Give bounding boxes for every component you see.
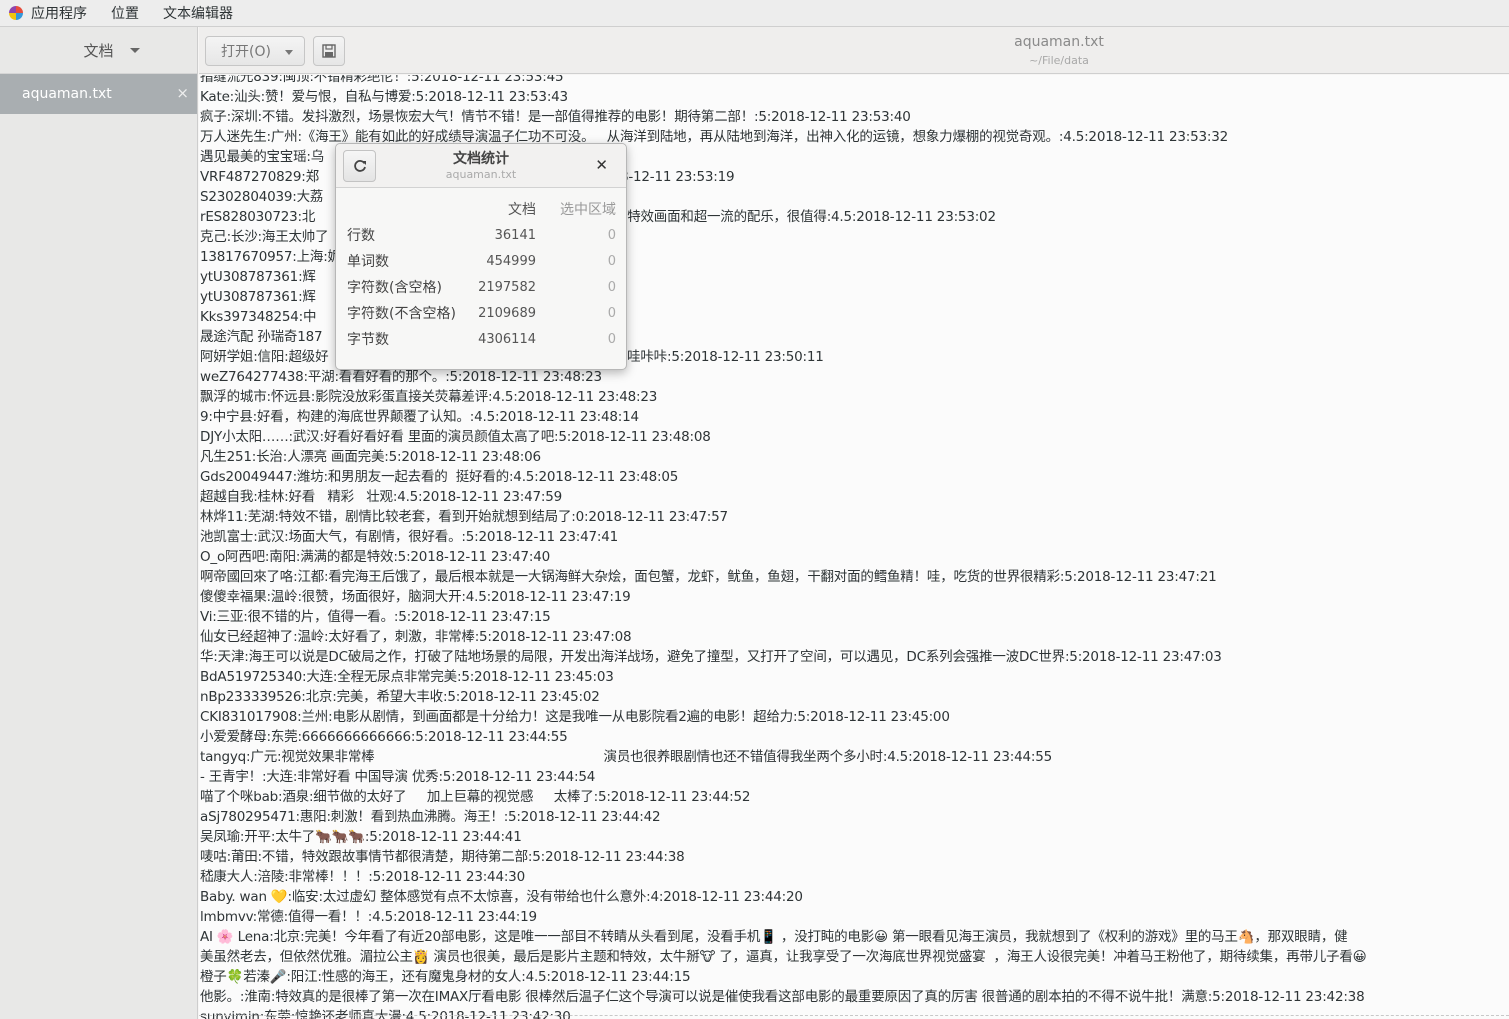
text-line: sunyimin:东莞:惊艳还老师真大漫:4.5:2018-12-11 23:4… xyxy=(200,1009,571,1019)
table-row: 行数 36141 0 xyxy=(341,222,616,248)
text-line: AI 🌸 Lena:北京:完美！今年看了有近20部电影，这是唯一一部目不转睛从头… xyxy=(200,929,1348,945)
text-line: 唛咕:莆田:不错，特效跟故事情节都很清楚，期待第二部:5:2018-12-11 … xyxy=(200,849,685,865)
open-button-label: 打开(O) xyxy=(221,44,271,60)
refresh-icon xyxy=(353,160,366,172)
text-line: 凡生251:长治:人漂亮 画面完美:5:2018-12-11 23:48:06 xyxy=(200,449,541,465)
text-line: - 王青宇！:大连:非常好看 中国导演 优秀:5:2018-12-11 23:4… xyxy=(200,769,596,785)
text-line: CKI831017908:兰州:电影从剧情，到画面都是十分给力！这是我唯一从电影… xyxy=(200,709,950,725)
table-row: 单词数 454999 0 xyxy=(341,248,616,274)
stat-sel-value: 0 xyxy=(607,227,616,243)
text-line: Kate:汕头:赞！爱与恨，自私与博爱:5:2018-12-11 23:53:4… xyxy=(200,89,568,105)
open-button[interactable]: 打开(O) xyxy=(205,36,305,66)
stat-doc-value: 454999 xyxy=(486,253,536,269)
text-line: Baby. wan 💛:临安:太过虚幻 整体感觉有点不太惊喜，没有带给也什么意外… xyxy=(200,889,803,905)
stat-sel-value: 0 xyxy=(607,279,616,295)
stat-label: 字节数 xyxy=(347,332,389,348)
refresh-button[interactable] xyxy=(343,150,376,182)
text-line: tangyq:广元:视觉效果非常棒 演员也很养眼剧情也还不错值得我坐两个多小时:… xyxy=(200,749,1053,765)
text-line: O_o阿西吧:南阳:满满的都是特效:5:2018-12-11 23:47:40 xyxy=(200,549,550,565)
editor-bottom-rule xyxy=(199,1015,1509,1016)
chevron-down-icon xyxy=(130,48,140,53)
col-selection: 选中区域 xyxy=(560,202,616,218)
window-title: aquaman.txt xyxy=(1014,34,1104,50)
stat-label: 行数 xyxy=(347,228,375,244)
document-statistics-dialog: 文档统计 aquaman.txt ✕ 文档 选中区域 行数 36141 0 单词… xyxy=(335,143,627,370)
text-line: 傻傻幸福果:温岭:很赞，场面很好，脑洞大开:4.5:2018-12-11 23:… xyxy=(200,589,631,605)
stat-label: 单词数 xyxy=(347,254,389,270)
stat-doc-value: 2197582 xyxy=(478,279,536,295)
documents-label: 文档 xyxy=(83,41,114,60)
table-row: 字符数(含空格) 2197582 0 xyxy=(341,274,616,300)
dialog-header: 文档统计 aquaman.txt ✕ xyxy=(336,144,626,188)
statistics-table: 文档 选中区域 行数 36141 0 单词数 454999 0 字符数(含空格)… xyxy=(341,196,616,352)
text-line: 飘浮的城市:怀远县:影院没放彩蛋直接关荧幕差评:4.5:2018-12-11 2… xyxy=(200,389,658,405)
text-line: 橙子🍀若溱🎤:阳江:性感的海王，还有魔鬼身材的女人:4.5:2018-12-11… xyxy=(200,969,691,985)
dialog-subtitle: aquaman.txt xyxy=(445,168,517,181)
text-line: 疯子:深圳:不错。发抖激烈，场景恢宏大气！情节不错！是一部值得推荐的电影！期待第… xyxy=(200,109,911,125)
stat-label: 字符数(不含空格) xyxy=(347,306,456,322)
chevron-down-icon xyxy=(285,50,293,55)
text-line: DJY小太阳……:武汉:好看好看好看 里面的演员颜值太高了吧:5:2018-12… xyxy=(200,429,711,445)
text-line: 仙女已经超神了:温岭:太好看了，刺激，非常棒:5:2018-12-11 23:4… xyxy=(200,629,632,645)
table-row: 字节数 4306114 0 xyxy=(341,326,616,352)
sidebar-document-item[interactable]: aquaman.txt × xyxy=(0,74,197,114)
text-line: 9:中宁县:好看，构建的海底世界颠覆了认知。:4.5:2018-12-11 23… xyxy=(200,409,639,425)
stat-label: 字符数(含空格) xyxy=(347,280,442,296)
stat-doc-value: 36141 xyxy=(494,227,536,243)
stat-sel-value: 0 xyxy=(607,305,616,321)
menu-places[interactable]: 位置 xyxy=(111,3,139,23)
table-row: 字符数(不含空格) 2109689 0 xyxy=(341,300,616,326)
text-line: 华:天津:海王可以说是DC破局之作，打破了陆地场景的局限，开发出海洋战场，避免了… xyxy=(200,649,1222,665)
close-icon[interactable]: × xyxy=(176,84,189,102)
window-subtitle: ~/File/data xyxy=(1029,54,1089,67)
text-line: nBp233339526:北京:完美，希望大丰收:5:2018-12-11 23… xyxy=(200,689,600,705)
close-icon[interactable]: ✕ xyxy=(595,156,608,174)
text-line: aSj780295471:惠阳:刺激！看到热血沸腾。海王！:5:2018-12-… xyxy=(200,809,661,825)
text-line: 美虽然老去，但依然优雅。湄拉公主👸 演员也很美，最后是影片主题和特效，太牛掰🐮 … xyxy=(200,949,1367,965)
documents-sidebar: 文档 aquaman.txt × xyxy=(0,27,198,1019)
text-line: Vi:三亚:很不错的片，值得一看。:5:2018-12-11 23:47:15 xyxy=(200,609,551,625)
text-line: lmbmvv:常德:值得一看！！:4.5:2018-12-11 23:44:19 xyxy=(200,909,537,925)
menu-text-editor[interactable]: 文本编辑器 xyxy=(163,3,233,23)
documents-dropdown[interactable]: 文档 xyxy=(0,27,197,74)
dialog-title: 文档统计 xyxy=(453,151,509,167)
stat-doc-value: 2109689 xyxy=(478,305,536,321)
document-name: aquaman.txt xyxy=(22,86,112,102)
text-line: BdA519725340:大连:全程无尿点非常完美:5:2018-12-11 2… xyxy=(200,669,614,685)
stat-sel-value: 0 xyxy=(607,331,616,347)
top-panel: 应用程序 位置 文本编辑器 xyxy=(0,0,1509,27)
text-line: 啊帝國回來了咯:江都:看完海王后饿了，最后根本就是一大锅海鲜大杂烩，面包蟹，龙虾… xyxy=(200,569,1217,585)
menu-applications[interactable]: 应用程序 xyxy=(31,3,87,23)
save-icon xyxy=(322,44,336,58)
text-line: Gds20049447:潍坊:和男朋友一起去看的 挺好看的:4.5:2018-1… xyxy=(200,469,679,485)
applications-logo-icon[interactable] xyxy=(9,6,23,20)
text-line: 林烨11:芜湖:特效不错，剧情比较老套，看到开始就想到结局了:0:2018-12… xyxy=(200,509,728,525)
text-line: 池凯富士:武汉:场面大气，有剧情，很好看。:5:2018-12-11 23:47… xyxy=(200,529,619,545)
text-line: 超越自我:桂林:好看 精彩 壮观:4.5:2018-12-11 23:47:59 xyxy=(200,489,562,505)
text-line: 嵇康大人:涪陵:非常棒！！！:5:2018-12-11 23:44:30 xyxy=(200,869,525,885)
header-bar: 打开(O) aquaman.txt ~/File/data xyxy=(199,27,1509,74)
text-line: 他影。:淮南:特效真的是很棒了第一次在IMAX厅看电影 很棒然后温子仁这个导演可… xyxy=(200,989,1365,1005)
text-line: 吴凤瑜:开平:太牛了🐂🐂🐂:5:2018-12-11 23:44:41 xyxy=(200,829,522,845)
text-line: 小爱爱酵母:东莞:6666666666666:5:2018-12-11 23:4… xyxy=(200,729,568,745)
text-line: 指缝流光839:闽顶:不错精彩绝伦！:5:2018-12-11 23:53:45 xyxy=(200,75,564,85)
save-button[interactable] xyxy=(313,36,345,66)
text-line: weZ764277438:平湖:看看好看的那个。:5:2018-12-11 23… xyxy=(200,369,602,385)
text-line: 喵了个咪bab:酒泉:细节做的太好了 加上巨幕的视觉感 太棒了:5:2018-1… xyxy=(200,789,751,805)
stat-sel-value: 0 xyxy=(607,253,616,269)
stat-doc-value: 4306114 xyxy=(478,331,536,347)
col-document: 文档 xyxy=(508,202,536,218)
